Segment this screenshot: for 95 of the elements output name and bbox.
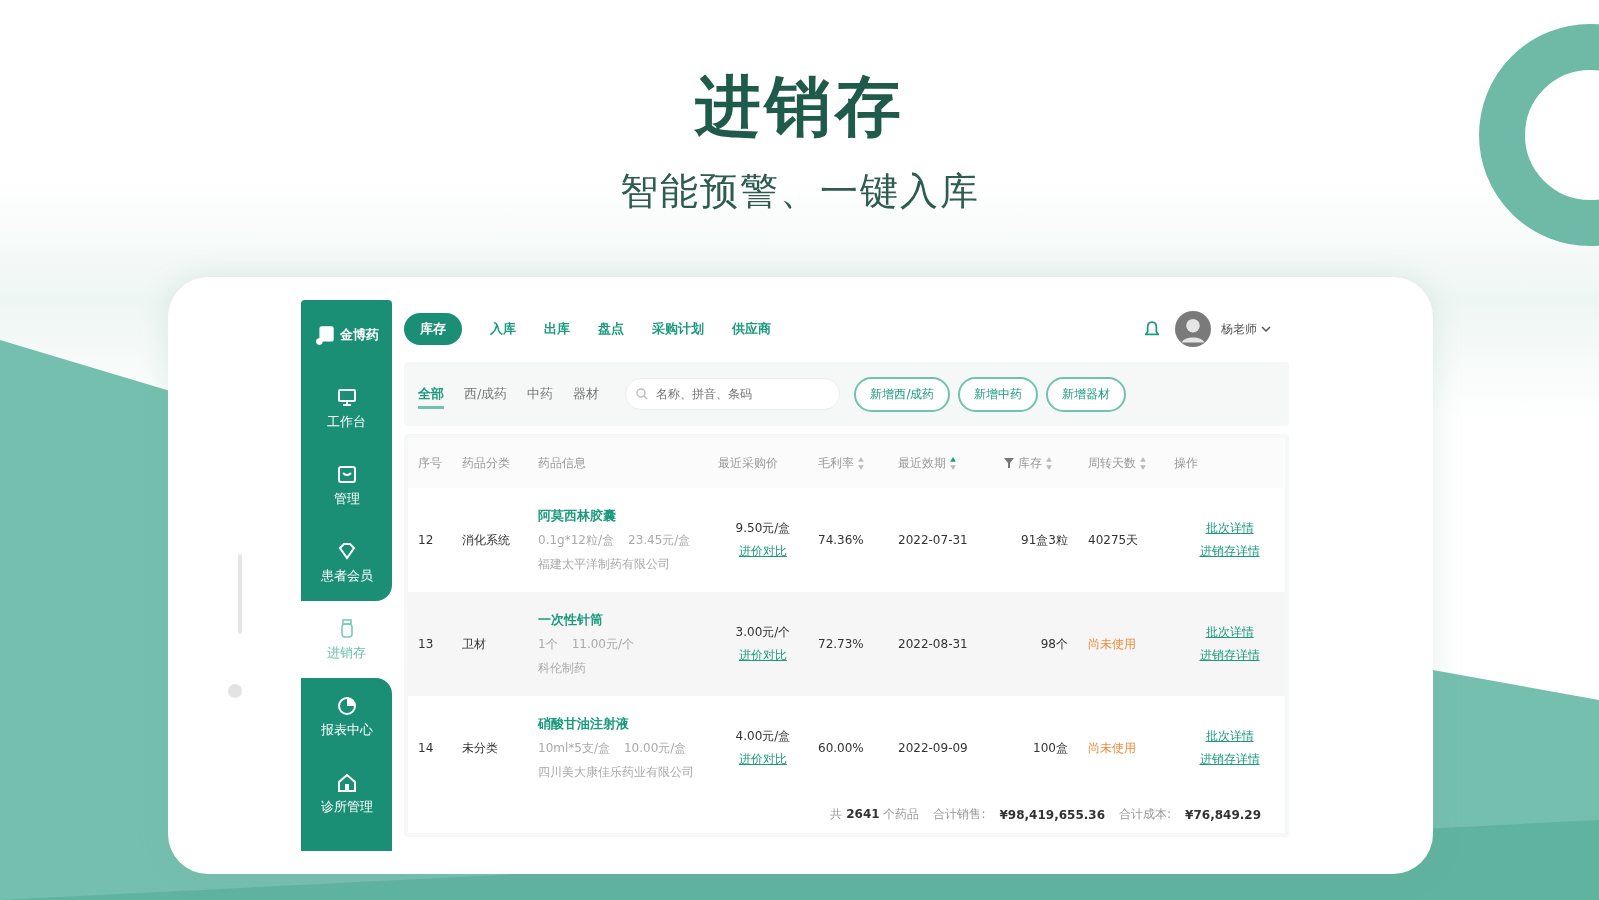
sort-icon[interactable] [1046,456,1052,470]
search-icon [636,388,649,400]
column-header: 最近采购价 [718,454,778,472]
table-cell: 2022-07-31 [898,533,968,547]
sidebar-item[interactable]: 患者会员 [301,524,392,601]
compare-link[interactable]: 进价对比 [739,751,787,768]
drug-spec: 10ml*5支/盒 [538,740,610,757]
detail-link[interactable]: 进销存详情 [1199,543,1260,560]
unit-price: 10.00元/盒 [624,740,687,757]
nav-tab[interactable]: 采购计划 [652,313,704,345]
sidebar-item[interactable]: 诊所管理 [301,755,392,832]
detail-link[interactable]: 批次详情 [1205,624,1254,641]
purchase-price: 3.00元/个 [735,624,791,641]
cost-total: ¥76,849.29 [1185,807,1261,822]
nav-tab[interactable]: 库存 [404,313,462,345]
filter-tab[interactable]: 器材 [573,379,600,409]
user-menu[interactable]: 杨老师 [1221,320,1257,338]
table-cell: 2022-08-31 [898,637,968,651]
filter-tab[interactable]: 全部 [418,379,444,409]
column-header: 药品信息 [538,454,586,472]
cost-label: 合计成本: [1119,806,1172,823]
column-header: 毛利率 [818,454,854,472]
search-input[interactable]: 名称、拼音、条码 [654,386,829,402]
nav-tab[interactable]: 供应商 [732,313,771,345]
item-count: 共 2641 个药品 [830,806,920,823]
compare-link[interactable]: 进价对比 [739,543,787,560]
box-icon [335,463,358,486]
pie-chart-icon [335,694,358,717]
search-field[interactable]: 名称、拼音、条码 [625,378,841,410]
table-cell: 2022-09-09 [898,741,968,755]
sidebar-item[interactable]: 管理 [301,447,392,524]
nav-tab[interactable]: 出库 [544,313,570,345]
table-cell: 100盒 [1033,740,1068,755]
sales-label: 合计销售: [933,806,986,823]
avatar-icon[interactable] [1175,311,1211,347]
column-header: 操作 [1174,454,1198,472]
manufacturer: 四川美大康佳乐药业有限公司 [538,764,694,781]
sidebar-item[interactable]: 报表中心 [301,678,392,755]
bell-icon[interactable] [1145,320,1159,338]
filter-tab[interactable]: 西/成药 [464,379,508,409]
drug-name-link[interactable]: 阿莫西林胶囊 [538,507,616,525]
table-cell: 未分类 [462,740,498,755]
page-title: 进销存 [694,67,905,147]
sort-icon[interactable] [858,456,864,470]
turnover-days: 尚未使用 [1088,636,1136,651]
table-cell: 74.36% [818,533,864,547]
app-logo: 金博药 [301,300,392,370]
house-icon [335,771,358,794]
column-header: 周转天数 [1088,454,1136,472]
unit-price: 23.45元/盒 [628,532,691,549]
column-header: 药品分类 [462,454,510,472]
page-subtitle: 智能预警、一键入库 [619,168,980,215]
add-button[interactable]: 新增中药 [958,376,1039,412]
add-button[interactable]: 新增西/成药 [854,376,951,412]
detail-link[interactable]: 进销存详情 [1199,751,1260,768]
detail-link[interactable]: 批次详情 [1205,520,1254,537]
drug-spec: 1个 [538,636,558,653]
sales-total: ¥98,419,655.36 [999,807,1106,822]
table-cell: 60.00% [818,741,864,755]
sidebar-item[interactable]: 工作台 [301,370,392,447]
filter-tab[interactable]: 中药 [527,379,554,409]
manufacturer: 科伦制药 [538,660,586,677]
detail-link[interactable]: 进销存详情 [1199,647,1260,664]
turnover-days: 40275天 [1088,532,1139,547]
add-button[interactable]: 新增器材 [1046,376,1127,412]
unit-price: 11.00元/个 [571,636,635,653]
sort-icon[interactable] [1140,456,1146,470]
purchase-price: 4.00元/盒 [735,728,791,745]
column-header: 序号 [418,454,442,472]
column-header: 库存 [1018,454,1042,472]
drug-name-link[interactable]: 一次性针筒 [538,611,603,629]
table-cell: 卫材 [462,636,486,651]
nav-tab[interactable]: 盘点 [598,313,624,345]
side-button-icon [237,553,242,634]
table-cell: 14 [418,741,434,755]
column-header: 最近效期 [898,454,946,472]
drug-spec: 0.1g*12粒/盒 [538,532,614,549]
detail-link[interactable]: 批次详情 [1205,728,1254,745]
table-cell: 91盒3粒 [1021,532,1068,547]
table-cell: 13 [418,637,434,651]
camera-dot-icon [227,683,242,698]
compare-link[interactable]: 进价对比 [739,647,787,664]
purchase-price: 9.50元/盒 [735,520,791,537]
caret-icon[interactable] [1261,326,1271,332]
table-cell: 98个 [1040,636,1068,651]
table-cell: 12 [418,533,434,547]
nav-tab[interactable]: 入库 [490,313,516,345]
manufacturer: 福建太平洋制药有限公司 [538,556,670,573]
table-cell: 72.73% [818,637,864,651]
filter-icon[interactable] [1004,458,1014,468]
table-cell: 消化系统 [462,532,510,547]
sort-icon[interactable] [950,456,956,470]
drug-name-link[interactable]: 硝酸甘油注射液 [538,715,629,733]
turnover-days: 尚未使用 [1088,740,1136,755]
monitor-icon [335,386,358,409]
